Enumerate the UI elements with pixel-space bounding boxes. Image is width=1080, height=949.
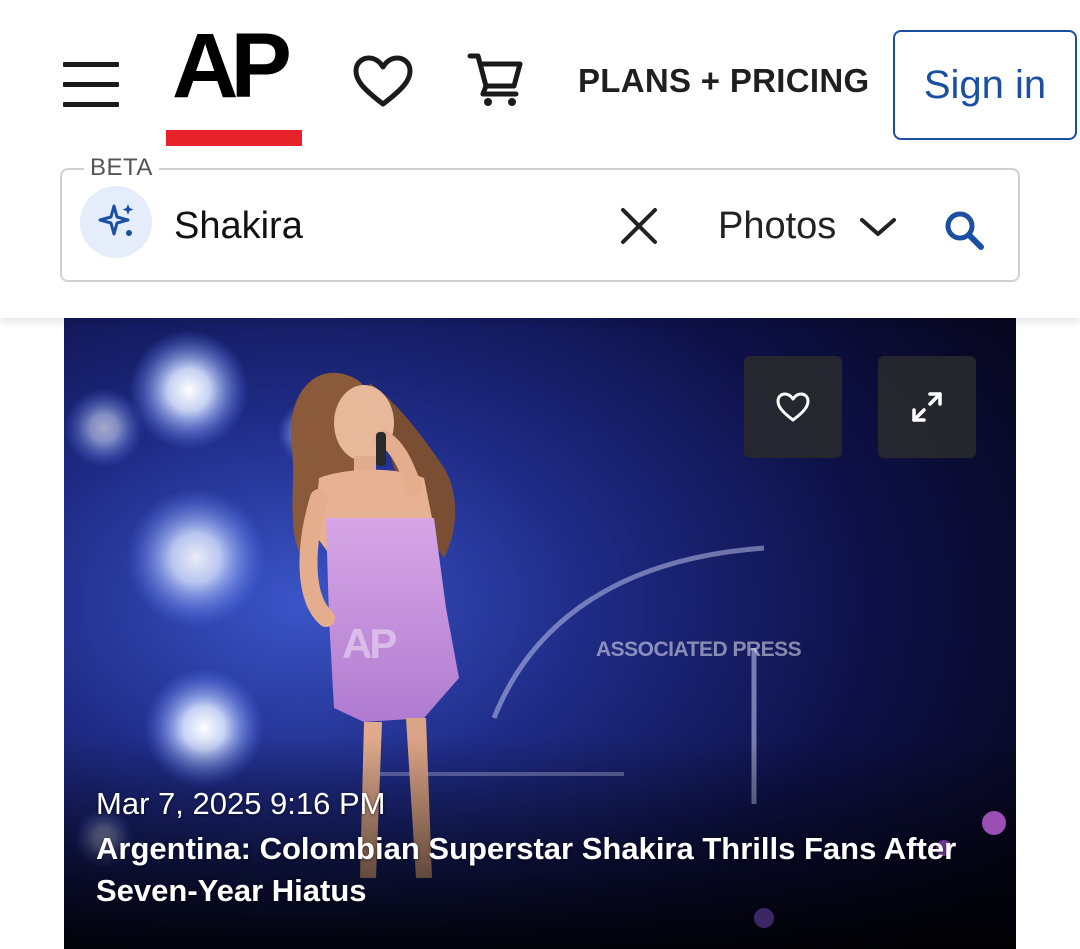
search-bar: BETA Photos <box>60 154 1020 282</box>
photo-caption: Mar 7, 2025 9:16 PM Argentina: Colombian… <box>96 784 976 912</box>
expand-photo-button[interactable] <box>878 356 976 458</box>
logo-text: AP <box>172 15 292 117</box>
menu-button[interactable] <box>60 58 122 110</box>
favorites-button[interactable] <box>352 54 414 110</box>
logo-underline <box>166 130 302 146</box>
add-to-favorites-button[interactable] <box>744 356 842 458</box>
media-type-value: Photos <box>718 204 837 247</box>
expand-icon <box>912 392 942 422</box>
heart-icon <box>353 55 413 107</box>
beta-label: BETA <box>84 154 159 182</box>
clear-search-button[interactable] <box>617 204 661 248</box>
search-submit-button[interactable] <box>942 208 986 252</box>
watermark-text: ASSOCIATED PRESS <box>596 638 802 661</box>
photo-title[interactable]: Argentina: Colombian Superstar Shakira T… <box>96 828 976 912</box>
search-icon <box>945 211 984 250</box>
watermark-logo: AP <box>342 620 397 667</box>
plans-pricing-link[interactable]: PLANS + PRICING <box>578 62 869 100</box>
media-type-select[interactable]: Photos <box>718 196 898 256</box>
hamburger-menu-icon <box>63 62 119 67</box>
photo-date: Mar 7, 2025 9:16 PM <box>96 786 386 821</box>
photo-result-card[interactable]: AP ASSOCIATED PRESS Mar 7, 2025 9:16 PM … <box>64 318 1016 949</box>
ai-search-badge[interactable] <box>80 186 152 258</box>
cart-icon <box>467 53 523 106</box>
chevron-down-icon <box>860 218 897 236</box>
cart-button[interactable] <box>466 50 526 108</box>
close-icon <box>621 208 657 244</box>
search-input[interactable] <box>174 198 594 254</box>
sign-in-button[interactable]: Sign in <box>893 30 1077 140</box>
sparkle-icon <box>98 204 134 236</box>
ap-logo[interactable]: AP <box>166 20 302 148</box>
site-header: AP PLANS + PRICING Sign in BETA Shakira … <box>0 0 1080 318</box>
heart-icon <box>776 392 810 422</box>
